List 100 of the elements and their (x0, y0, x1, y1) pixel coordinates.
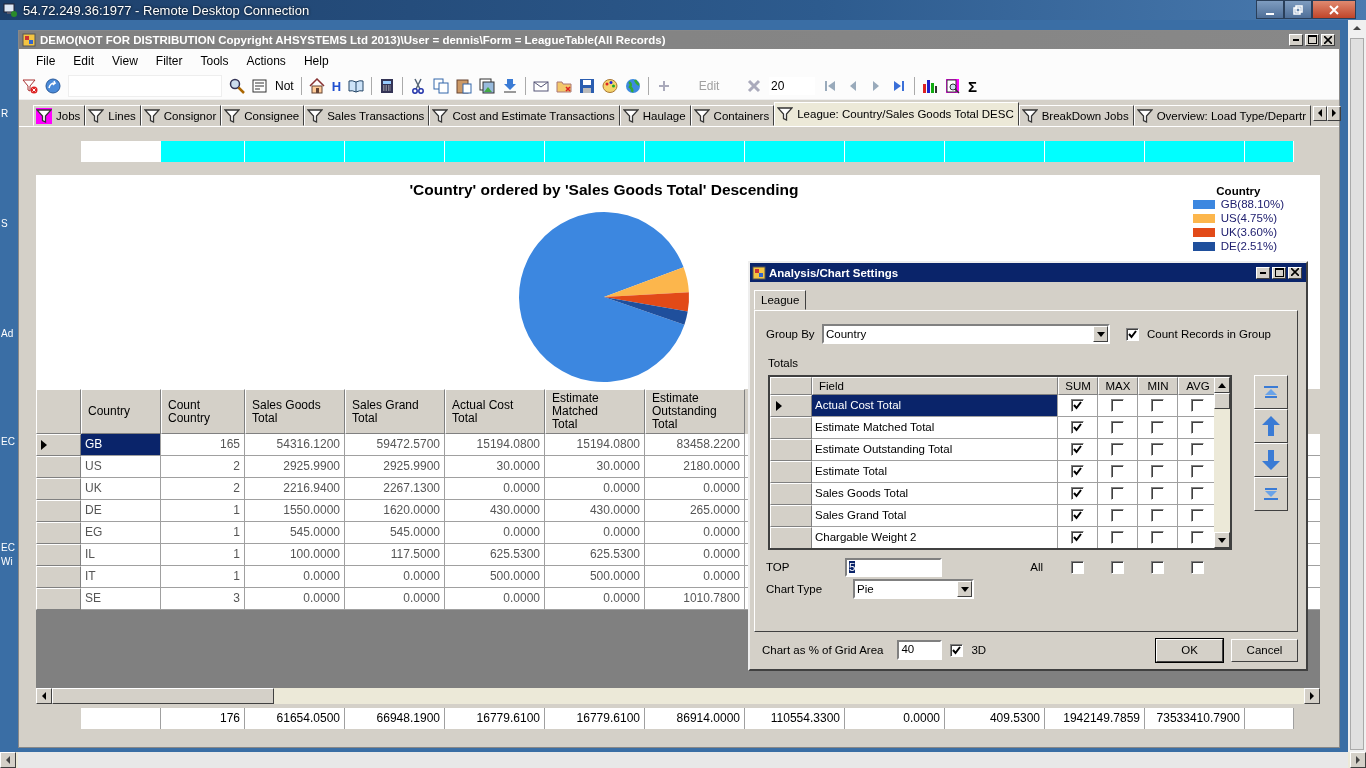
scrollbar-thumb[interactable] (1214, 393, 1230, 409)
menu-item[interactable]: View (103, 54, 147, 68)
book-icon[interactable] (348, 78, 365, 94)
ok-button[interactable]: OK (1156, 638, 1223, 662)
refresh-icon[interactable] (45, 78, 61, 94)
calculator-icon[interactable] (379, 78, 396, 94)
checkbox[interactable] (1190, 560, 1204, 574)
filter-cell[interactable] (81, 141, 161, 162)
checkbox[interactable] (1070, 560, 1084, 574)
filter-cell[interactable] (945, 141, 1045, 162)
maximize-button[interactable] (1272, 266, 1286, 279)
legend-label: UK(3.60%) (1220, 226, 1277, 238)
checkbox-label: Count Records in Group (1147, 328, 1271, 340)
move-down-button[interactable] (1254, 443, 1288, 477)
chart-icon[interactable] (922, 78, 939, 94)
arrow-right-icon (1331, 109, 1337, 117)
cut-icon[interactable] (410, 78, 427, 94)
folder-icon[interactable] (556, 78, 573, 94)
tab[interactable]: Overview: Load Type/Departr (1133, 105, 1311, 126)
menu-item[interactable]: File (27, 54, 65, 68)
filter-cell[interactable] (745, 141, 845, 162)
top-field[interactable]: 5 (845, 557, 942, 577)
move-up-button[interactable] (1254, 409, 1288, 443)
table-cell: Sales Goods Total (812, 483, 1058, 505)
column-header[interactable]: MAX (1098, 377, 1138, 395)
not-button[interactable]: Not (275, 79, 294, 93)
filter-cell[interactable] (345, 141, 445, 162)
column-header[interactable]: MIN (1138, 377, 1178, 395)
tab[interactable]: Lines (85, 105, 141, 126)
column-header[interactable]: Estimate Matched Total (545, 389, 645, 434)
search-icon[interactable] (229, 78, 245, 94)
column-header[interactable]: Sales Goods Total (245, 389, 345, 434)
column-header[interactable]: Sales Grand Total (345, 389, 445, 434)
menu-item[interactable]: Help (294, 54, 338, 68)
tab[interactable]: Consignor (140, 105, 222, 126)
filter-cell[interactable] (1145, 141, 1245, 162)
checkbox[interactable] (1150, 560, 1164, 574)
checkbox[interactable] (1110, 560, 1124, 574)
column-header[interactable]: Country (81, 389, 161, 434)
vertical-scrollbar[interactable] (1214, 377, 1230, 548)
column-header[interactable]: Field (812, 377, 1058, 395)
chart-percent-field[interactable]: 40 (897, 640, 943, 660)
menu-item[interactable]: Edit (64, 54, 104, 68)
sum-button[interactable]: Σ (968, 77, 978, 95)
scroll-right-button[interactable] (1327, 105, 1341, 121)
copy-icon[interactable] (433, 78, 450, 94)
dialog-title: Analysis/Chart Settings (769, 266, 899, 279)
group-by-dropdown[interactable]: Country (822, 324, 1110, 344)
filter-cell[interactable] (645, 141, 745, 162)
chart-type-dropdown[interactable]: Pie (853, 579, 974, 599)
checkbox[interactable] (950, 643, 964, 657)
clear-filter-icon[interactable] (22, 78, 38, 94)
envelope-icon[interactable] (533, 78, 550, 94)
maximize-button[interactable] (1305, 34, 1319, 46)
preview-icon[interactable] (945, 78, 962, 94)
form-icon[interactable] (252, 78, 268, 94)
column-header[interactable]: SUM (1058, 377, 1098, 395)
cancel-button[interactable]: Cancel (1231, 638, 1298, 662)
move-top-button[interactable] (1254, 375, 1288, 409)
filter-cell[interactable] (245, 141, 345, 162)
tab[interactable]: BreakDown Jobs (1018, 105, 1134, 126)
tab[interactable]: Cost and Estimate Transactions (429, 105, 620, 126)
column-header[interactable]: Actual Cost Total (445, 389, 545, 434)
paste-icon[interactable] (456, 78, 473, 94)
close-button[interactable] (1312, 0, 1356, 19)
filter-cell[interactable] (445, 141, 545, 162)
tab[interactable]: Haulage (619, 105, 691, 126)
horizontal-scrollbar[interactable] (36, 688, 1320, 704)
horizontal-scrollbar[interactable] (0, 752, 1366, 768)
vertical-scrollbar[interactable] (1348, 20, 1366, 752)
globe-icon[interactable] (625, 78, 642, 94)
checkbox[interactable] (1126, 327, 1139, 341)
tab[interactable]: Sales Transactions (304, 105, 430, 126)
filter-cell[interactable] (161, 141, 245, 162)
save-icon[interactable] (579, 78, 596, 94)
filter-cell[interactable] (845, 141, 945, 162)
tab[interactable]: Containers (690, 105, 775, 126)
tab[interactable]: League: Country/Sales Goods Total DESC (774, 102, 1019, 126)
column-header[interactable]: Estimate Outstanding Total (645, 389, 745, 434)
filter-cell[interactable] (1245, 141, 1294, 162)
tab[interactable]: Consignee (221, 105, 305, 126)
column-header[interactable]: Count Country (161, 389, 245, 434)
filter-cell[interactable] (545, 141, 645, 162)
tab[interactable]: League (754, 290, 807, 310)
row-header[interactable] (36, 434, 81, 456)
image-icon[interactable] (479, 78, 496, 94)
menu-item[interactable]: Actions (237, 54, 295, 68)
scroll-left-button[interactable] (1313, 105, 1327, 121)
tab[interactable]: Jobs (33, 105, 86, 126)
menu-item[interactable]: Filter (146, 54, 192, 68)
move-bottom-button[interactable] (1254, 477, 1288, 511)
filter-cell[interactable] (1045, 141, 1145, 162)
menu-item[interactable]: Tools (191, 54, 238, 68)
home-icon[interactable] (308, 78, 325, 94)
row-header[interactable] (770, 395, 812, 417)
palette-icon[interactable] (602, 78, 619, 94)
minimize-button[interactable] (1256, 0, 1284, 19)
h-button[interactable]: H (331, 78, 342, 94)
restore-button[interactable] (1284, 0, 1312, 19)
download-icon[interactable] (502, 78, 519, 94)
